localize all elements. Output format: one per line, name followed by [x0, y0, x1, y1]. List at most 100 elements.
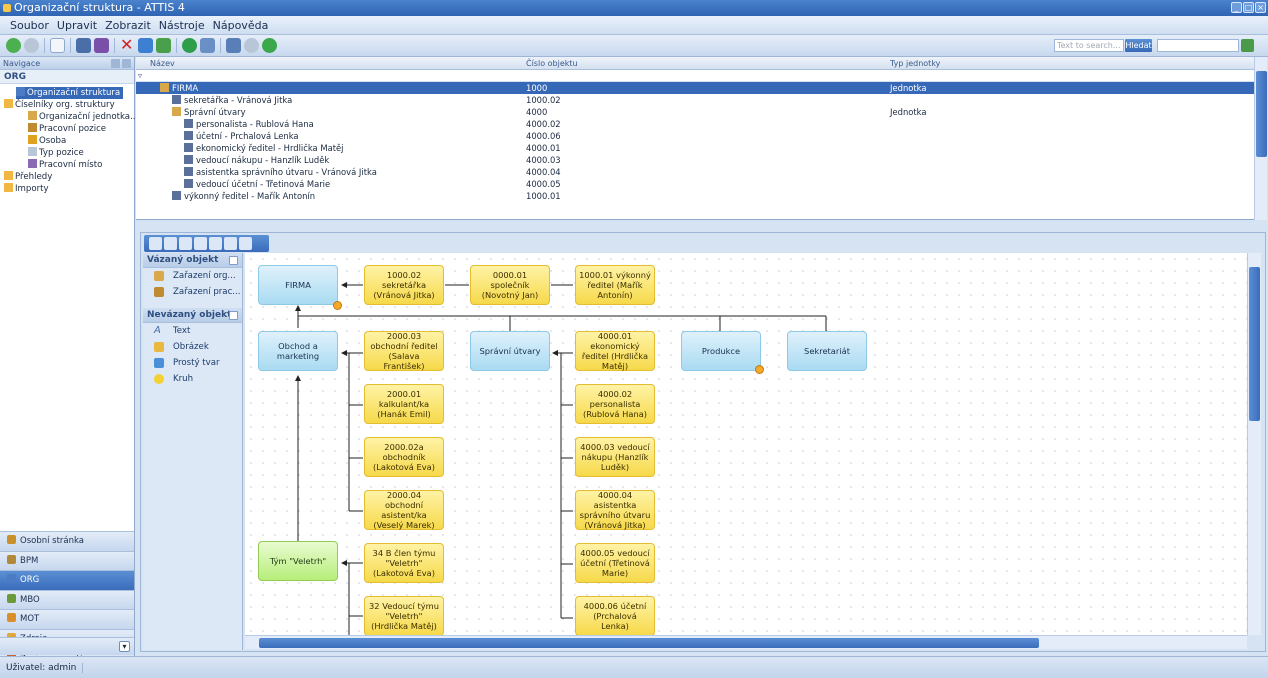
- position-2000-02a[interactable]: 2000.02a obchodník (Lakotová Eva): [364, 437, 444, 477]
- position-4000-05[interactable]: 4000.05 vedoucí účetní (Třetinová Marie): [575, 543, 655, 583]
- splitter[interactable]: [136, 220, 1267, 232]
- position-4000-02[interactable]: 4000.02 personalista (Rublová Hana): [575, 384, 655, 424]
- table-row[interactable]: personalista - Rublová Hana 4000.02: [136, 118, 1254, 130]
- delete-icon[interactable]: ✕: [120, 37, 135, 53]
- collapse-icon[interactable]: [229, 311, 238, 320]
- nav-tree-item[interactable]: Organizační struktura: [16, 87, 124, 99]
- palette-item-text[interactable]: A Text: [143, 323, 242, 339]
- menu-zobrazit[interactable]: Zobrazit: [101, 19, 155, 32]
- table-row[interactable]: vedoucí nákupu - Hanzlík Luděk 4000.03: [136, 154, 1254, 166]
- zoom-in-icon[interactable]: [179, 237, 192, 250]
- palette-unbound-header[interactable]: Nevázaný objekt: [143, 308, 242, 323]
- nav-tree-item[interactable]: Organizační jednotka...: [28, 111, 138, 123]
- table-row[interactable]: výkonný ředitel - Mařík Antonín 1000.01: [136, 190, 1254, 202]
- position-0000-01[interactable]: 0000.01 společník (Novotný Jan): [470, 265, 550, 305]
- menu-upravit[interactable]: Upravit: [53, 19, 101, 32]
- diagram-save-icon[interactable]: [149, 237, 162, 250]
- layout-icon[interactable]: [239, 237, 252, 250]
- filter-row[interactable]: ▿: [136, 70, 1254, 82]
- search-field-secondary[interactable]: [1157, 39, 1239, 52]
- position-4000-06[interactable]: 4000.06 účetní (Prchalová Lenka): [575, 596, 655, 635]
- module-button-org[interactable]: ORG: [0, 570, 134, 590]
- close-button[interactable]: ×: [1255, 2, 1266, 13]
- module-button-osobn-str-nka[interactable]: Osobní stránka: [0, 531, 134, 551]
- position-4000-04[interactable]: 4000.04 asistentka správního útvaru (Vrá…: [575, 490, 655, 530]
- palette-item-circle[interactable]: Kruh: [143, 371, 242, 387]
- print-icon[interactable]: [226, 38, 241, 53]
- nav-tree-item[interactable]: Typ pozice: [28, 147, 84, 159]
- position-team-34b[interactable]: 34 B člen týmu "Veletrh" (Lakotová Eva): [364, 543, 444, 583]
- position-1000-01[interactable]: 1000.01 výkonný ředitel (Mařík Antonín): [575, 265, 655, 305]
- menu-soubor[interactable]: Soubor: [6, 19, 53, 32]
- position-1000-02[interactable]: 1000.02 sekretářka (Vránová Jitka): [364, 265, 444, 305]
- export-icon[interactable]: [156, 38, 171, 53]
- unit-produkce[interactable]: Produkce: [681, 331, 761, 371]
- module-button-bpm[interactable]: BPM: [0, 550, 134, 571]
- position-4000-03[interactable]: 4000.03 vedoucí nákupu (Hanzlík Luděk): [575, 437, 655, 477]
- back-icon[interactable]: [6, 38, 21, 53]
- table-row[interactable]: ekonomický ředitel - Hrdlička Matěj 4000.…: [136, 142, 1254, 154]
- position-2000-03[interactable]: 2000.03 obchodní ředitel (Salava Františ…: [364, 331, 444, 371]
- zoom-reset-icon[interactable]: [209, 237, 222, 250]
- zoom-fit-icon[interactable]: [164, 237, 177, 250]
- palette-bound-header[interactable]: Vázaný objekt: [143, 253, 242, 268]
- unit-spravni-utvary[interactable]: Správní útvary: [470, 331, 550, 371]
- maximize-button[interactable]: □: [1243, 2, 1254, 13]
- nav-tree-item[interactable]: Importy: [4, 183, 49, 195]
- pin-icon[interactable]: [111, 59, 120, 68]
- new-document-icon[interactable]: [50, 38, 65, 53]
- table-row[interactable]: vedoucí účetní - Třetinová Marie 4000.05: [136, 178, 1254, 190]
- table-row[interactable]: účetní - Prchalová Lenka 4000.06: [136, 130, 1254, 142]
- search-button[interactable]: Hledat: [1125, 39, 1152, 52]
- nav-tree-item[interactable]: Osoba: [28, 135, 66, 147]
- unit-sekretariat[interactable]: Sekretariát: [787, 331, 867, 371]
- grid-scrollbar[interactable]: [1254, 57, 1267, 220]
- go-icon[interactable]: [1241, 39, 1254, 52]
- palette-item-org-unit[interactable]: Zařazení org...: [143, 268, 242, 284]
- position-team-32[interactable]: 32 Vedoucí týmu "Veletrh" (Hrdlička Matě…: [364, 596, 444, 635]
- save-icon[interactable]: [76, 38, 91, 53]
- nav-tree-item[interactable]: Přehledy: [4, 171, 52, 183]
- search-input[interactable]: Text to search...: [1054, 39, 1124, 52]
- module-button-mot[interactable]: MOT: [0, 609, 134, 629]
- unit-obchod-marketing[interactable]: Obchod a marketing: [258, 331, 338, 371]
- palette-item-shape[interactable]: Prostý tvar: [143, 355, 242, 371]
- position-2000-04[interactable]: 2000.04 obchodní asistent/ka (Veselý Mar…: [364, 490, 444, 530]
- add-icon[interactable]: [262, 38, 277, 53]
- palette-item-position[interactable]: Zařazení prac...: [143, 284, 242, 300]
- palette-item-image[interactable]: Obrázek: [143, 339, 242, 355]
- save-all-icon[interactable]: [94, 38, 109, 53]
- module-button-mbo[interactable]: MBO: [0, 589, 134, 610]
- nav-tree-item[interactable]: Pracovní místo: [28, 159, 102, 171]
- table-row[interactable]: Správní útvary 4000 Jednotka: [136, 106, 1254, 118]
- position-4000-01[interactable]: 4000.01 ekonomický ředitel (Hrdlička Mat…: [575, 331, 655, 371]
- column-cislo-objektu[interactable]: Číslo objektu: [526, 59, 578, 68]
- canvas-horizontal-scrollbar[interactable]: [245, 635, 1247, 649]
- position-2000-01[interactable]: 2000.01 kalkulant/ka (Hanák Emil): [364, 384, 444, 424]
- chevron-down-icon[interactable]: ▾: [119, 641, 130, 652]
- zoom-area-icon[interactable]: [224, 237, 237, 250]
- view-icon[interactable]: [200, 38, 215, 53]
- zoom-out-icon[interactable]: [194, 237, 207, 250]
- table-row[interactable]: sekretářka - Vránová Jitka 1000.02: [136, 94, 1254, 106]
- table-row[interactable]: asistentka správního útvaru - Vránová Ji…: [136, 166, 1254, 178]
- unit-firma[interactable]: FIRMA: [258, 265, 338, 305]
- undo-icon[interactable]: [138, 38, 153, 53]
- collapse-icon[interactable]: [229, 256, 238, 265]
- nav-tree-item[interactable]: Pracovní pozice: [28, 123, 106, 135]
- menu-napoveda[interactable]: Nápověda: [209, 19, 273, 32]
- close-panel-icon[interactable]: [122, 59, 131, 68]
- unit-tym-veletrh[interactable]: Tým "Veletrh": [258, 541, 338, 581]
- diagram-canvas[interactable]: FIRMA Obchod a marketing Správní útvary …: [245, 253, 1247, 635]
- menu-nastroje[interactable]: Nástroje: [155, 19, 209, 32]
- forward-icon[interactable]: [24, 38, 39, 53]
- table-row[interactable]: FIRMA 1000 Jednotka: [136, 82, 1254, 94]
- column-nazev[interactable]: Název: [150, 59, 175, 68]
- minimize-button[interactable]: _: [1231, 2, 1242, 13]
- filter-icon[interactable]: ▿: [138, 71, 142, 80]
- nav-tree-item[interactable]: Číselníky org. struktury: [4, 99, 115, 111]
- column-typ-jednotky[interactable]: Typ jednotky: [890, 59, 940, 68]
- folder-icon: [4, 99, 13, 108]
- refresh-icon[interactable]: [182, 38, 197, 53]
- canvas-vertical-scrollbar[interactable]: [1247, 253, 1261, 635]
